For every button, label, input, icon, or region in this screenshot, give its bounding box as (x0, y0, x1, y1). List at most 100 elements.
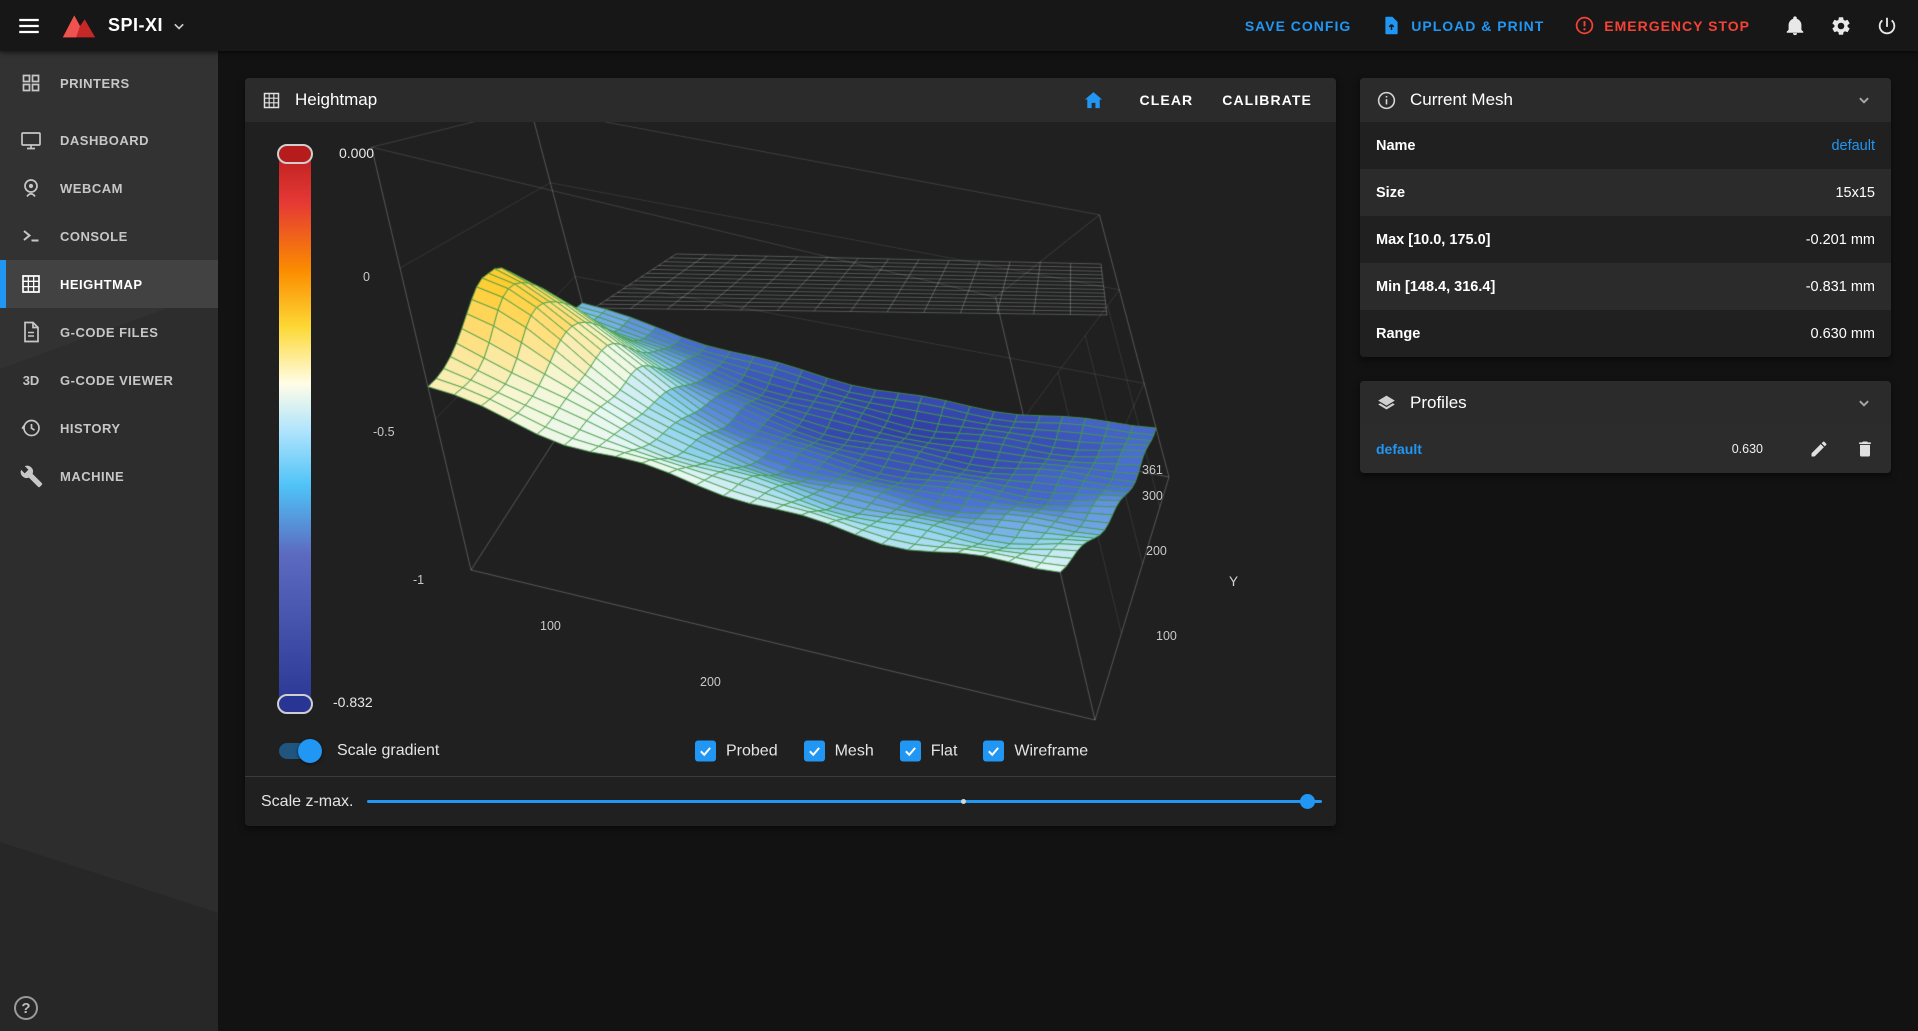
toggle-switch[interactable] (279, 743, 319, 759)
printers-grid-icon (19, 71, 43, 95)
help-button[interactable]: ? (14, 996, 38, 1020)
current-mesh-title: Current Mesh (1410, 90, 1513, 110)
checkbox-mesh[interactable]: Mesh (804, 741, 874, 762)
layer-checkboxes: Probed Mesh Flat Wireframe (695, 741, 1088, 762)
chevron-down-icon (1853, 392, 1875, 414)
emergency-stop-button[interactable]: EMERGENCY STOP (1574, 15, 1750, 36)
heightmap-card: Heightmap CLEAR CALIBRATE 0.000 -0.832 0… (245, 78, 1336, 826)
printer-select-dropdown[interactable]: SPI-XI (108, 15, 189, 36)
sidebar-item-heightmap[interactable]: HEIGHTMAP (0, 260, 218, 308)
collapse-current-mesh-button[interactable] (1853, 89, 1875, 111)
3d-icon: 3D (19, 373, 43, 388)
checkbox-checked-icon (900, 741, 921, 762)
table-row: Range 0.630 mm (1360, 310, 1891, 357)
alert-circle-icon (1574, 15, 1595, 36)
gradient-bar (279, 146, 311, 712)
sidebar-item-gcode-files[interactable]: G-CODE FILES (0, 308, 218, 356)
scale-zmax-row: Scale z-max. (245, 776, 1336, 826)
row-label: Name (1376, 138, 1831, 154)
table-row: Name default (1360, 122, 1891, 169)
home-icon (1082, 89, 1105, 112)
menu-button[interactable] (16, 13, 42, 39)
sidebar-item-printers[interactable]: PRINTERS (0, 59, 218, 107)
row-value: 15x15 (1835, 185, 1875, 201)
gradient-legend (279, 146, 311, 712)
current-mesh-card: Current Mesh Name default Size 15x15 Max… (1360, 78, 1891, 357)
sidebar-item-console[interactable]: CONSOLE (0, 212, 218, 260)
sidebar-item-history[interactable]: HISTORY (0, 404, 218, 452)
profile-list-item: default 0.630 (1360, 425, 1891, 473)
file-document-icon (19, 320, 43, 344)
terminal-icon (19, 224, 43, 248)
power-button[interactable] (1876, 15, 1898, 37)
sidebar-item-label: CONSOLE (60, 229, 128, 244)
row-label: Range (1376, 326, 1811, 342)
hamburger-icon (16, 13, 42, 39)
scale-zmax-slider[interactable] (367, 800, 1322, 803)
row-value: -0.831 mm (1806, 279, 1875, 295)
checkbox-label: Wireframe (1014, 742, 1088, 760)
row-value: 0.630 mm (1811, 326, 1875, 342)
x-axis-tick: 100 (540, 619, 561, 633)
gear-icon (1830, 15, 1852, 37)
sidebar-item-label: DASHBOARD (60, 133, 149, 148)
profile-name-link[interactable]: default (1376, 441, 1732, 457)
checkbox-label: Mesh (835, 742, 874, 760)
gradient-bottom-cap (277, 694, 313, 714)
gradient-min-label: -0.832 (333, 694, 373, 710)
sidebar: PRINTERS DASHBOARD WEBCAM CONSOLE HEIGHT… (0, 51, 218, 1031)
row-value: -0.201 mm (1806, 232, 1875, 248)
main-content: Heightmap CLEAR CALIBRATE 0.000 -0.832 0… (218, 51, 1918, 1031)
emergency-stop-label: EMERGENCY STOP (1604, 18, 1750, 34)
heightmap-plot: 0.000 -0.832 0 -0.5 -1 100 200 361 300 2… (245, 122, 1336, 726)
settings-button[interactable] (1830, 15, 1852, 37)
row-label: Min [148.4, 316.4] (1376, 279, 1806, 295)
grid-icon (19, 272, 43, 296)
sidebar-item-webcam[interactable]: WEBCAM (0, 164, 218, 212)
help-question-icon: ? (21, 1000, 30, 1017)
sidebar-item-label: PRINTERS (60, 76, 130, 91)
info-icon (1376, 90, 1397, 111)
scale-gradient-toggle[interactable]: Scale gradient (279, 742, 439, 760)
edit-profile-button[interactable] (1809, 439, 1829, 459)
profiles-title: Profiles (1410, 393, 1467, 413)
y-axis-tick: 200 (1146, 544, 1167, 558)
checkbox-probed[interactable]: Probed (695, 741, 778, 762)
save-config-button[interactable]: SAVE CONFIG (1245, 18, 1351, 34)
x-axis-tick: 200 (700, 675, 721, 689)
sidebar-item-machine[interactable]: MACHINE (0, 452, 218, 500)
mesh-name-link[interactable]: default (1831, 138, 1875, 154)
sidebar-item-label: HISTORY (60, 421, 121, 436)
grid-icon (261, 90, 282, 111)
heightmap-title: Heightmap (295, 90, 377, 110)
y-axis-tick: 100 (1156, 629, 1177, 643)
delete-profile-button[interactable] (1855, 439, 1875, 459)
home-view-button[interactable] (1082, 89, 1105, 112)
sidebar-item-label: G-CODE VIEWER (60, 373, 173, 388)
checkbox-label: Probed (726, 742, 778, 760)
table-row: Max [10.0, 175.0] -0.201 mm (1360, 216, 1891, 263)
slider-thumb[interactable] (1300, 794, 1315, 809)
upload-print-label: UPLOAD & PRINT (1411, 18, 1544, 34)
chevron-down-icon (169, 16, 189, 36)
checkbox-flat[interactable]: Flat (900, 741, 958, 762)
sidebar-item-gcode-viewer[interactable]: 3D G-CODE VIEWER (0, 356, 218, 404)
sidebar-item-label: HEIGHTMAP (60, 277, 143, 292)
clear-button[interactable]: CLEAR (1132, 86, 1202, 114)
sidebar-item-dashboard[interactable]: DASHBOARD (0, 116, 218, 164)
upload-print-button[interactable]: UPLOAD & PRINT (1381, 15, 1544, 36)
scale-zmax-label: Scale z-max. (261, 793, 353, 811)
sidebar-item-label: WEBCAM (60, 181, 123, 196)
calibrate-button[interactable]: CALIBRATE (1214, 86, 1320, 114)
sidebar-item-label: MACHINE (60, 469, 124, 484)
topbar: SPI-XI SAVE CONFIG UPLOAD & PRINT EMERGE… (0, 0, 1918, 51)
notifications-button[interactable] (1784, 15, 1806, 37)
checkbox-wireframe[interactable]: Wireframe (983, 741, 1088, 762)
z-axis-tick: -1 (413, 573, 424, 587)
profiles-header: Profiles (1360, 381, 1891, 425)
collapse-profiles-button[interactable] (1853, 392, 1875, 414)
heightmap-card-header: Heightmap CLEAR CALIBRATE (245, 78, 1336, 122)
current-mesh-table: Name default Size 15x15 Max [10.0, 175.0… (1360, 122, 1891, 357)
profile-range-value: 0.630 (1732, 442, 1763, 456)
y-axis-tick: 300 (1142, 489, 1163, 503)
